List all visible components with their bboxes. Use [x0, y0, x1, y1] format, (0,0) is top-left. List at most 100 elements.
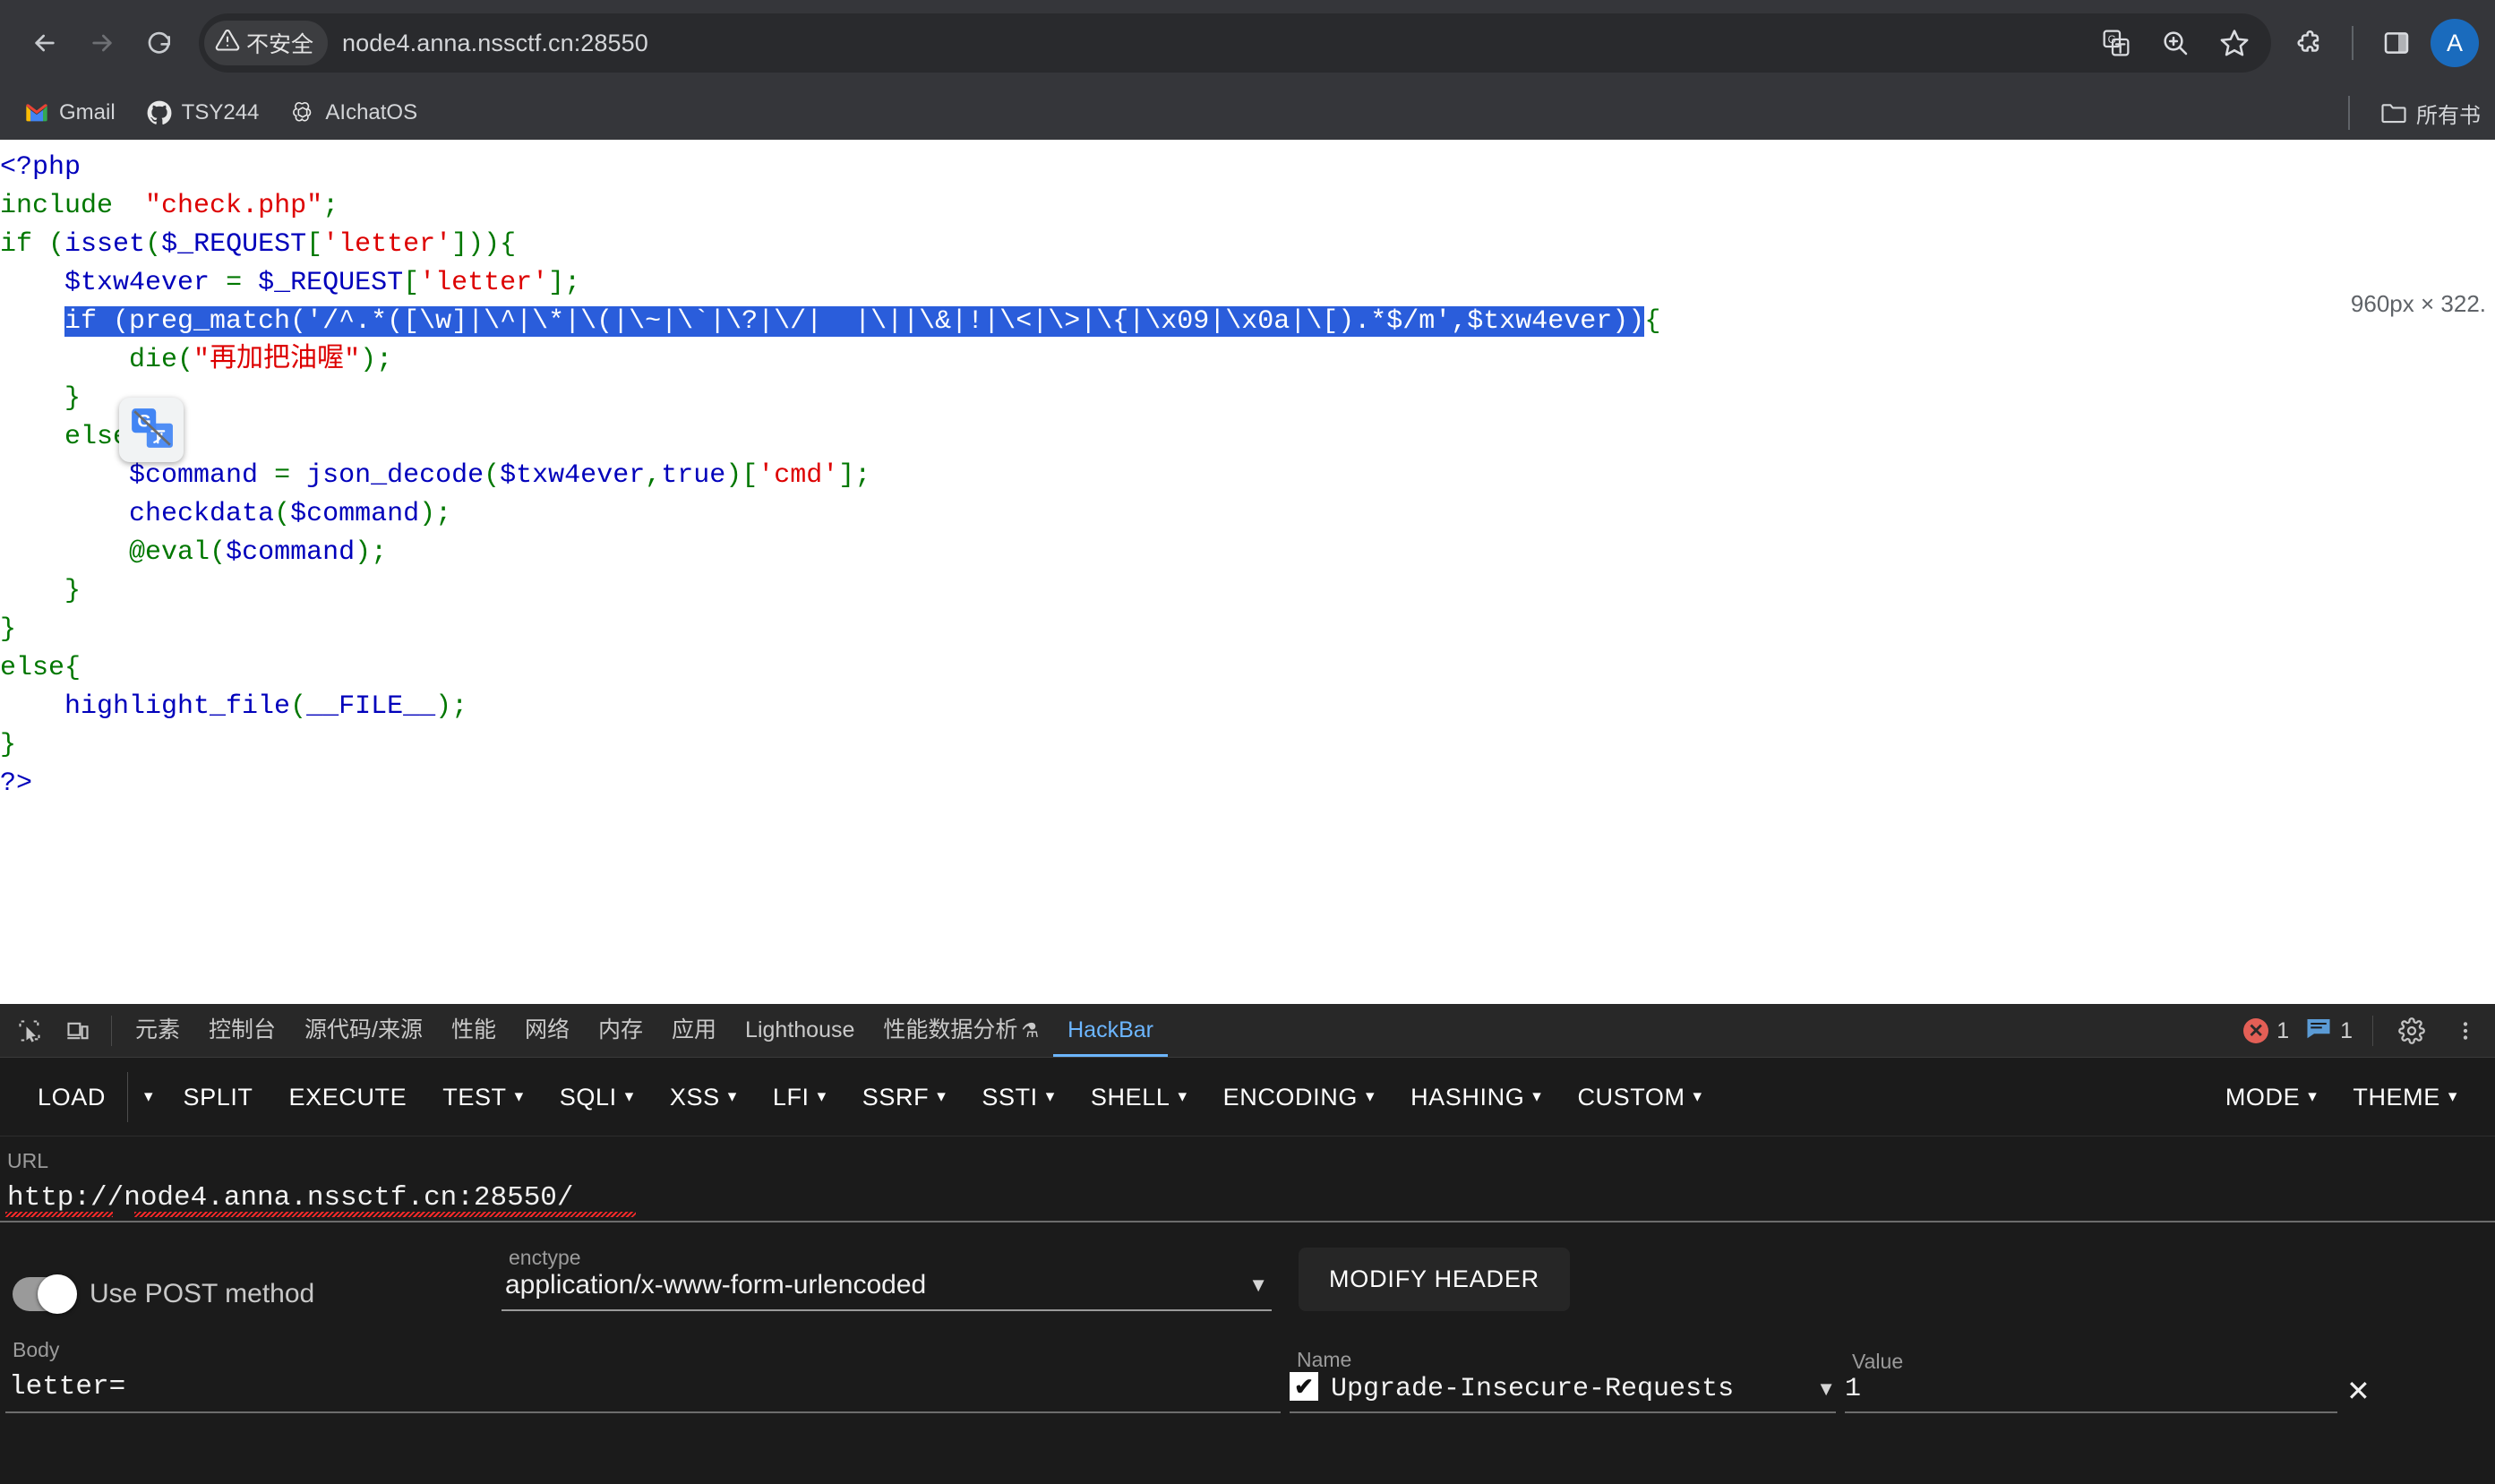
header-value-input[interactable]: 1 [1845, 1374, 2337, 1404]
chevron-down-icon: ▾ [818, 1070, 827, 1124]
forward-button[interactable] [73, 14, 131, 72]
tab-console[interactable]: 控制台 [194, 1004, 290, 1057]
header-value-section: Value 1 [1836, 1350, 2337, 1413]
omnibox-url-text[interactable]: node4.anna.nssctf.cn:28550 [342, 30, 648, 57]
url-input[interactable]: http://node4.anna.nssctf.cn:28550/ [0, 1173, 581, 1221]
side-panel-icon[interactable] [2371, 18, 2422, 68]
hb-execute-button[interactable]: EXECUTE [271, 1070, 425, 1124]
bookmark-gmail[interactable]: Gmail [13, 94, 126, 132]
security-label: 不安全 [246, 27, 313, 59]
devtools-tabbar: 元素 控制台 源代码/来源 性能 网络 内存 应用 Lighthouse 性能数… [0, 1004, 2495, 1058]
header-enabled-checkbox[interactable]: ✔ [1290, 1372, 1318, 1401]
bookmark-divider [2348, 96, 2350, 130]
tab-sources[interactable]: 源代码/来源 [290, 1004, 437, 1057]
inspect-element-icon[interactable] [5, 1007, 54, 1055]
bookmark-label: AIchatOS [325, 100, 417, 125]
chevron-down-icon: ▾ [1366, 1070, 1375, 1124]
google-translate-popup[interactable]: G [119, 398, 184, 462]
openai-icon [289, 99, 316, 126]
header-name-input[interactable]: Upgrade-Insecure-Requests [1331, 1374, 1804, 1404]
gear-icon[interactable] [2388, 1007, 2436, 1055]
reload-button[interactable] [131, 14, 188, 72]
hb-mode-menu[interactable]: MODE▾ [2208, 1070, 2336, 1124]
bookmark-star-icon[interactable] [2212, 21, 2257, 65]
bookmark-label: Gmail [59, 100, 116, 125]
devtools-panel: 元素 控制台 源代码/来源 性能 网络 内存 应用 Lighthouse 性能数… [0, 1004, 2495, 1484]
tab-memory[interactable]: 内存 [584, 1004, 657, 1057]
error-counter[interactable]: ✕ 1 [2238, 1018, 2294, 1044]
google-translate-icon: G [129, 406, 174, 455]
selected-code-line: if (preg_match('/^.*([\w]|\^|\*|\(|\~|\`… [64, 306, 1644, 337]
hb-shell-menu[interactable]: SHELL▾ [1073, 1070, 1205, 1124]
chevron-down-icon: ▾ [515, 1070, 524, 1124]
toolbar-right-actions: A [2278, 18, 2479, 68]
hb-custom-menu[interactable]: CUSTOM▾ [1559, 1070, 1719, 1124]
tab-lighthouse[interactable]: Lighthouse [731, 1004, 869, 1057]
enctype-select[interactable]: application/x-www-form-urlencoded ▼ [502, 1270, 1272, 1311]
translate-icon[interactable]: G [2094, 21, 2139, 65]
bookmark-label: TSY244 [182, 100, 260, 125]
tab-performance-insights[interactable]: 性能数据分析⚗ [869, 1004, 1053, 1057]
zoom-icon[interactable] [2153, 21, 2198, 65]
chevron-down-icon: ▾ [1178, 1070, 1187, 1124]
avatar[interactable]: A [2431, 19, 2479, 67]
tab-application[interactable]: 应用 [657, 1004, 731, 1057]
url-label: URL [0, 1149, 2495, 1173]
message-counter[interactable]: 1 [2300, 1016, 2358, 1046]
header-value-field[interactable]: 1 [1845, 1374, 2337, 1413]
hb-encoding-menu[interactable]: ENCODING▾ [1205, 1070, 1393, 1124]
tab-hackbar[interactable]: HackBar [1053, 1004, 1168, 1057]
device-toolbar-icon[interactable] [54, 1007, 102, 1055]
bookmark-overflow: 所有书 [2339, 86, 2495, 140]
tab-elements[interactable]: 元素 [121, 1004, 194, 1057]
hb-toolbar-divider [127, 1072, 128, 1122]
close-x-icon[interactable]: ✕ [2337, 1374, 2387, 1413]
chevron-down-icon[interactable]: ▼ [1816, 1377, 1836, 1404]
bookmark-all-folder[interactable]: 所有书 [2370, 92, 2491, 134]
hb-ssrf-menu[interactable]: SSRF▾ [845, 1070, 965, 1124]
tab-performance[interactable]: 性能 [437, 1004, 510, 1057]
spellcheck-squiggle [5, 1212, 113, 1217]
hb-load-dropdown[interactable]: ▾ [132, 1070, 166, 1124]
bookmark-aichatos[interactable]: AIchatOS [279, 94, 428, 132]
error-icon: ✕ [2243, 1018, 2268, 1043]
hackbar-options-row: Use POST method enctype application/x-ww… [0, 1222, 2495, 1311]
enctype-section: enctype application/x-www-form-urlencode… [502, 1246, 1272, 1311]
chevron-down-icon: ▼ [1248, 1274, 1268, 1300]
chevron-down-icon: ▾ [1693, 1070, 1702, 1124]
hb-split-button[interactable]: SPLIT [165, 1070, 270, 1124]
chevron-down-icon: ▾ [625, 1070, 634, 1124]
body-section: Body letter= [0, 1338, 1281, 1413]
hb-theme-menu[interactable]: THEME▾ [2335, 1070, 2475, 1124]
github-icon [146, 99, 173, 126]
hackbar-panel: LOAD ▾ SPLIT EXECUTE TEST▾ SQLI▾ XSS▾ LF… [0, 1058, 2495, 1484]
security-status-chip[interactable]: 不安全 [204, 21, 328, 65]
tab-network[interactable]: 网络 [510, 1004, 584, 1057]
body-underline [5, 1411, 1281, 1413]
back-button[interactable] [16, 14, 73, 72]
body-input[interactable]: letter= [5, 1362, 1281, 1411]
chevron-down-icon: ▾ [728, 1070, 737, 1124]
modify-header-button[interactable]: MODIFY HEADER [1299, 1248, 1570, 1311]
omnibox[interactable]: 不安全 node4.anna.nssctf.cn:28550 G [199, 13, 2271, 73]
spellcheck-squiggle [134, 1212, 636, 1217]
folder-icon [2380, 99, 2407, 126]
kebab-menu-icon[interactable] [2441, 1007, 2490, 1055]
use-post-method-toggle[interactable]: Use POST method [0, 1277, 502, 1311]
hb-load-button[interactable]: LOAD [20, 1070, 124, 1124]
flask-icon: ⚗ [1021, 1019, 1039, 1042]
extensions-puzzle-icon[interactable] [2284, 18, 2334, 68]
header-name-section: Name ✔ Upgrade-Insecure-Requests ▼ [1281, 1348, 1836, 1413]
chevron-down-icon: ▾ [937, 1070, 946, 1124]
hb-xss-menu[interactable]: XSS▾ [652, 1070, 755, 1124]
bookmark-tsy244[interactable]: TSY244 [135, 94, 270, 132]
hb-ssti-menu[interactable]: SSTI▾ [964, 1070, 1073, 1124]
hb-hashing-menu[interactable]: HASHING▾ [1393, 1070, 1559, 1124]
toggle-switch[interactable] [13, 1277, 73, 1311]
viewport-size-badge: 960px × 322. [2351, 290, 2486, 318]
browser-chrome: 不安全 node4.anna.nssctf.cn:28550 G [0, 0, 2495, 140]
header-name-field[interactable]: ✔ Upgrade-Insecure-Requests ▼ [1290, 1372, 1836, 1413]
hb-test-menu[interactable]: TEST▾ [424, 1070, 542, 1124]
hb-lfi-menu[interactable]: LFI▾ [755, 1070, 845, 1124]
hb-sqli-menu[interactable]: SQLI▾ [542, 1070, 652, 1124]
